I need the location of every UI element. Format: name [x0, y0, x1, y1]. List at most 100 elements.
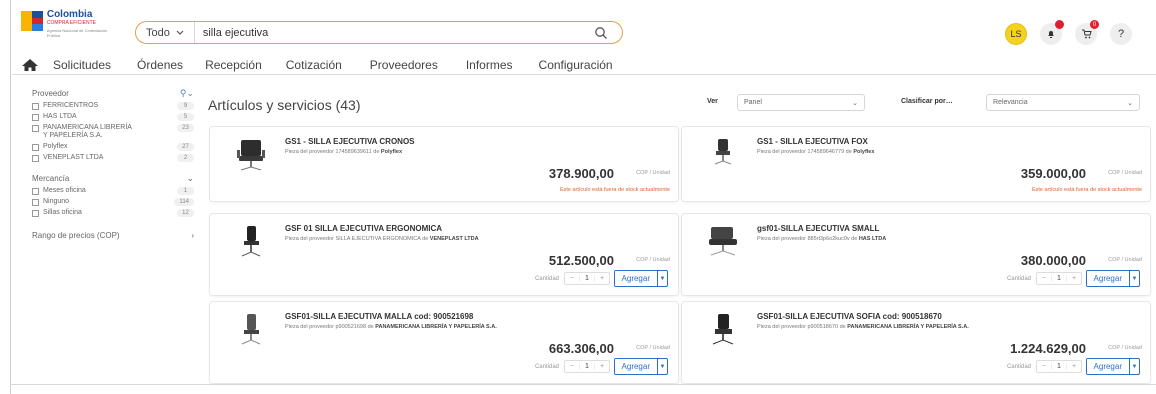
- product-card[interactable]: GS1 - SILLA EJECUTIVA FOX Pieza del prove…: [681, 126, 1151, 202]
- filter-option[interactable]: PANAMERICANA LIBRERÍA Y PAPELERÍA S.A. 23: [32, 124, 194, 140]
- product-price: 359.000,00: [1020, 166, 1086, 181]
- product-title[interactable]: GSF 01 SILLA EJECUTIVA ERGONOMICA: [285, 224, 442, 233]
- brand-subtitle: COMPRA EFICIENTE: [46, 20, 97, 26]
- filter-price-range[interactable]: Rango de precios (COP) ›: [32, 231, 194, 240]
- checkbox[interactable]: [32, 188, 39, 195]
- product-title[interactable]: GS1 - SILLA EJECUTIVA FOX: [757, 137, 868, 146]
- checkbox[interactable]: [32, 125, 39, 132]
- view-select[interactable]: Panel ⌄: [737, 94, 865, 111]
- filter-option[interactable]: Polyflex 27: [32, 143, 194, 151]
- decrement-button[interactable]: −: [1037, 363, 1051, 370]
- filter-option-label: Ninguno: [43, 198, 70, 205]
- filter-option-label: Polyflex: [43, 143, 68, 150]
- price-unit: COP / Unidad: [636, 257, 670, 263]
- notifications-button[interactable]: [1040, 20, 1064, 45]
- out-of-stock-message: Este artículo está fuera de stock actual…: [1031, 187, 1142, 193]
- quantity-value[interactable]: 1: [1051, 275, 1067, 282]
- chevron-down-icon[interactable]: ▼: [657, 271, 667, 286]
- chevron-down-icon[interactable]: ▼: [657, 359, 667, 374]
- increment-button[interactable]: +: [595, 275, 609, 282]
- sort-select[interactable]: Relevancia ⌄: [986, 94, 1140, 111]
- filter-option[interactable]: Meses oficina 1: [32, 187, 194, 195]
- search-icon[interactable]: [594, 26, 608, 40]
- help-button[interactable]: ?: [1110, 23, 1132, 45]
- filter-option-label: HAS LTDA: [43, 113, 77, 120]
- home-icon[interactable]: [21, 58, 39, 72]
- product-card[interactable]: GSF01-SILLA EJECUTIVA SOFIA cod: 9005186…: [681, 301, 1151, 384]
- chair-image[interactable]: [702, 223, 744, 263]
- filter-option[interactable]: Ninguno 114: [32, 198, 194, 206]
- filter-option[interactable]: VENEPLAST LTDA 2: [32, 154, 194, 162]
- chair-image[interactable]: [702, 136, 744, 176]
- filter-mercancia-title: Mercancía: [32, 173, 70, 183]
- checkbox[interactable]: [32, 144, 39, 151]
- product-supplier-line: Pieza del proveedor p900518670 de PANAME…: [757, 324, 969, 330]
- filter-option[interactable]: FERRICENTROS 9: [32, 102, 194, 110]
- price-unit: COP / Unidad: [1108, 257, 1142, 263]
- chevron-down-icon: ⌄: [852, 99, 858, 107]
- nav-cotizacion[interactable]: Cotización: [286, 58, 342, 72]
- product-card[interactable]: gsf01-SILLA EJECUTIVA SMALL Pieza del pro…: [681, 213, 1151, 296]
- brand-title: Colombia: [46, 9, 93, 20]
- add-to-cart-button[interactable]: Agregar ▼: [613, 270, 668, 287]
- quantity-value[interactable]: 1: [1051, 363, 1067, 370]
- decrement-button[interactable]: −: [1037, 275, 1051, 282]
- filter-option[interactable]: Sillas oficina 12: [32, 209, 194, 217]
- nav-solicitudes[interactable]: Solicitudes: [53, 58, 111, 72]
- checkbox[interactable]: [32, 155, 39, 162]
- price-unit: COP / Unidad: [1108, 170, 1142, 176]
- chair-image[interactable]: [230, 311, 272, 351]
- filter-option-label: VENEPLAST LTDA: [43, 154, 104, 161]
- decrement-button[interactable]: −: [565, 275, 579, 282]
- quantity-label: Cantidad: [1006, 363, 1031, 370]
- main-nav: Solicitudes Órdenes Recepción Cotización…: [21, 55, 639, 75]
- chair-image[interactable]: [230, 223, 272, 263]
- quantity-value[interactable]: 1: [579, 275, 595, 282]
- chair-image[interactable]: [230, 136, 272, 176]
- search-input[interactable]: [202, 26, 583, 39]
- nav-proveedores[interactable]: Proveedores: [370, 58, 438, 72]
- product-title[interactable]: GS1 - SILLA EJECUTIVA CRONOS: [285, 137, 415, 146]
- page-title: Artículos y servicios (43): [208, 97, 361, 113]
- quantity-value[interactable]: 1: [579, 363, 595, 370]
- search-scope-dropdown[interactable]: Todo: [136, 22, 195, 43]
- brand-logo[interactable]: Colombia COMPRA EFICIENTE Agencia Nacion…: [21, 9, 121, 39]
- supplier-name: VENEPLAST LTDA: [429, 236, 479, 242]
- cart-button[interactable]: 0: [1075, 20, 1099, 45]
- add-to-cart-button[interactable]: Agregar ▼: [1085, 358, 1140, 375]
- checkbox[interactable]: [32, 103, 39, 110]
- chair-image[interactable]: [702, 311, 744, 351]
- product-card[interactable]: GS1 - SILLA EJECUTIVA CRONOS Pieza del pr…: [209, 126, 679, 202]
- product-card[interactable]: GSF01-SILLA EJECUTIVA MALLA cod: 9005216…: [209, 301, 679, 384]
- search-scope-value: Todo: [146, 26, 170, 39]
- increment-button[interactable]: +: [1067, 363, 1081, 370]
- nav-informes[interactable]: Informes: [466, 58, 513, 72]
- add-to-cart-button[interactable]: Agregar ▼: [613, 358, 668, 375]
- product-title[interactable]: GSF01-SILLA EJECUTIVA SOFIA cod: 9005186…: [757, 312, 942, 321]
- add-to-cart-button[interactable]: Agregar ▼: [1085, 270, 1140, 287]
- product-card[interactable]: GSF 01 SILLA EJECUTIVA ERGONOMICA Pieza d…: [209, 213, 679, 296]
- filter-option-label: FERRICENTROS: [43, 102, 99, 109]
- brand-subtitle-2: Agencia Nacional de Contratación Pública: [46, 28, 108, 38]
- quantity-control: Cantidad −1 +: [535, 272, 610, 285]
- decrement-button[interactable]: −: [565, 363, 579, 370]
- increment-button[interactable]: +: [1067, 275, 1081, 282]
- increment-button[interactable]: +: [595, 363, 609, 370]
- chevron-down-icon[interactable]: ▼: [1129, 359, 1139, 374]
- product-price: 380.000,00: [1020, 253, 1086, 268]
- nav-configuracion[interactable]: Configuración: [539, 58, 613, 72]
- user-avatar[interactable]: LS: [1005, 23, 1027, 45]
- quantity-control: Cantidad −1 +: [535, 360, 610, 373]
- nav-ordenes[interactable]: Órdenes: [137, 58, 183, 72]
- filter-search-icon[interactable]: ⚲⌄: [180, 88, 194, 99]
- filter-option-count: 27: [177, 143, 194, 151]
- product-title[interactable]: GSF01-SILLA EJECUTIVA MALLA cod: 9005216…: [285, 312, 473, 321]
- checkbox[interactable]: [32, 114, 39, 121]
- product-title[interactable]: gsf01-SILLA EJECUTIVA SMALL: [757, 224, 879, 233]
- filter-option[interactable]: HAS LTDA 5: [32, 113, 194, 121]
- nav-recepcion[interactable]: Recepción: [205, 58, 262, 72]
- checkbox[interactable]: [32, 210, 39, 217]
- checkbox[interactable]: [32, 199, 39, 206]
- chevron-down-icon[interactable]: ▼: [1129, 271, 1139, 286]
- chevron-down-icon[interactable]: ⌄: [186, 173, 194, 184]
